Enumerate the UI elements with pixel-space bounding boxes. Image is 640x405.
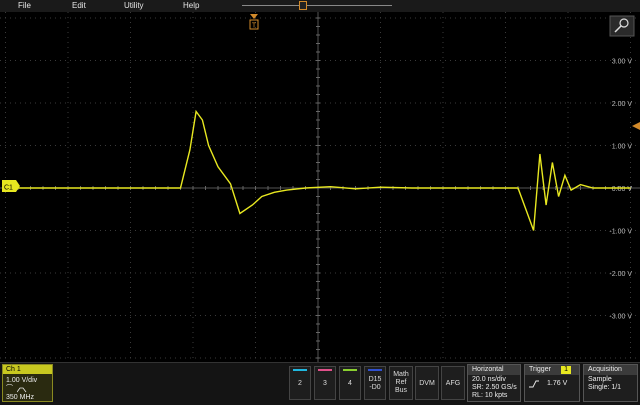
ch1-coupling-icon: ⌒ — [6, 385, 13, 392]
record-length: RL: 10 kpts — [472, 392, 508, 399]
y-tick-label: 1.00 V — [612, 144, 633, 151]
y-tick-label: -2.00 V — [609, 271, 632, 278]
afg-button[interactable]: AFG — [441, 366, 465, 400]
acquisition-state: Single: 1/1 — [588, 384, 622, 391]
trigger-position-marker[interactable]: T — [249, 14, 259, 30]
ch4-button[interactable]: 4 — [339, 366, 361, 400]
math-label: Math — [393, 371, 409, 378]
zoom-icon[interactable] — [609, 15, 635, 37]
digital-channels-button[interactable]: D15 -D0 — [364, 366, 386, 400]
horizontal-title: Horizontal — [468, 365, 520, 375]
ch2-label: 2 — [298, 380, 302, 387]
ref-label: Ref — [395, 379, 407, 386]
waveform-scroll-handle[interactable] — [299, 1, 307, 10]
y-tick-label: -3.00 V — [609, 314, 632, 321]
trigger-panel[interactable]: Trigger 1 1.76 V — [524, 364, 580, 402]
ch1-marker-label: C1 — [4, 185, 13, 192]
digital-label-1: D15 — [368, 376, 382, 383]
ch1-ground-marker[interactable]: C1 — [2, 180, 20, 192]
ch3-label: 3 — [323, 380, 327, 387]
y-tick-label: 0.00 V — [612, 186, 633, 193]
acquisition-title: Acquisition — [584, 365, 637, 375]
ch1-title: Ch 1 — [3, 365, 52, 374]
y-tick-labels: 3.00 V 2.00 V 1.00 V 0.00 V -1.00 V -2.00 V -3… — [609, 59, 632, 321]
y-tick-label: 3.00 V — [612, 59, 633, 66]
ch1-settings-badge[interactable]: Ch 1 1.00 V/div ⌒ 350 MHz — [2, 364, 53, 402]
graticule: 3.00 V 2.00 V 1.00 V 0.00 V -1.00 V -2.00 V -3… — [0, 12, 640, 362]
trigger-source: 1 — [561, 366, 571, 374]
trigger-title-bar: Trigger 1 — [525, 365, 579, 375]
digital-label-2: -D0 — [369, 384, 381, 391]
menu-utility[interactable]: Utility — [124, 0, 144, 12]
ch1-bandwidth: 350 MHz — [6, 394, 35, 401]
ch1-scale: 1.00 V/div — [6, 377, 38, 384]
trigger-level: 1.76 V — [547, 380, 568, 387]
ch4-label: 4 — [348, 380, 352, 387]
waveform-scrollbar[interactable] — [242, 5, 392, 6]
bus-label: Bus — [394, 387, 408, 394]
horizontal-panel[interactable]: Horizontal 20.0 ns/div SR: 2.50 GS/s RL:… — [467, 364, 521, 402]
ch2-button[interactable]: 2 — [289, 366, 311, 400]
ch1-bandwidth-limit-icon — [16, 387, 27, 393]
waveform-display[interactable]: 3.00 V 2.00 V 1.00 V 0.00 V -1.00 V -2.00 V -3… — [0, 12, 640, 362]
trigger-slope-icon — [529, 380, 539, 391]
afg-label: AFG — [445, 380, 461, 387]
trigger-marker-label: T — [252, 23, 257, 30]
math-ref-bus-button[interactable]: Math Ref Bus — [389, 366, 413, 400]
y-tick-label: 2.00 V — [612, 101, 633, 108]
menu-help[interactable]: Help — [183, 0, 199, 12]
trigger-level-arrow[interactable] — [632, 122, 640, 130]
menu-edit[interactable]: Edit — [72, 0, 86, 12]
trigger-title: Trigger — [529, 366, 551, 373]
acquisition-mode: Sample — [588, 376, 612, 383]
sample-rate: SR: 2.50 GS/s — [472, 384, 517, 391]
y-tick-label: -1.00 V — [609, 229, 632, 236]
dvm-label: DVM — [419, 380, 435, 387]
acquisition-panel[interactable]: Acquisition Sample Single: 1/1 — [583, 364, 638, 402]
dvm-button[interactable]: DVM — [415, 366, 439, 400]
ch3-button[interactable]: 3 — [314, 366, 336, 400]
menu-file[interactable]: File — [18, 0, 31, 12]
horizontal-scale: 20.0 ns/div — [472, 376, 506, 383]
